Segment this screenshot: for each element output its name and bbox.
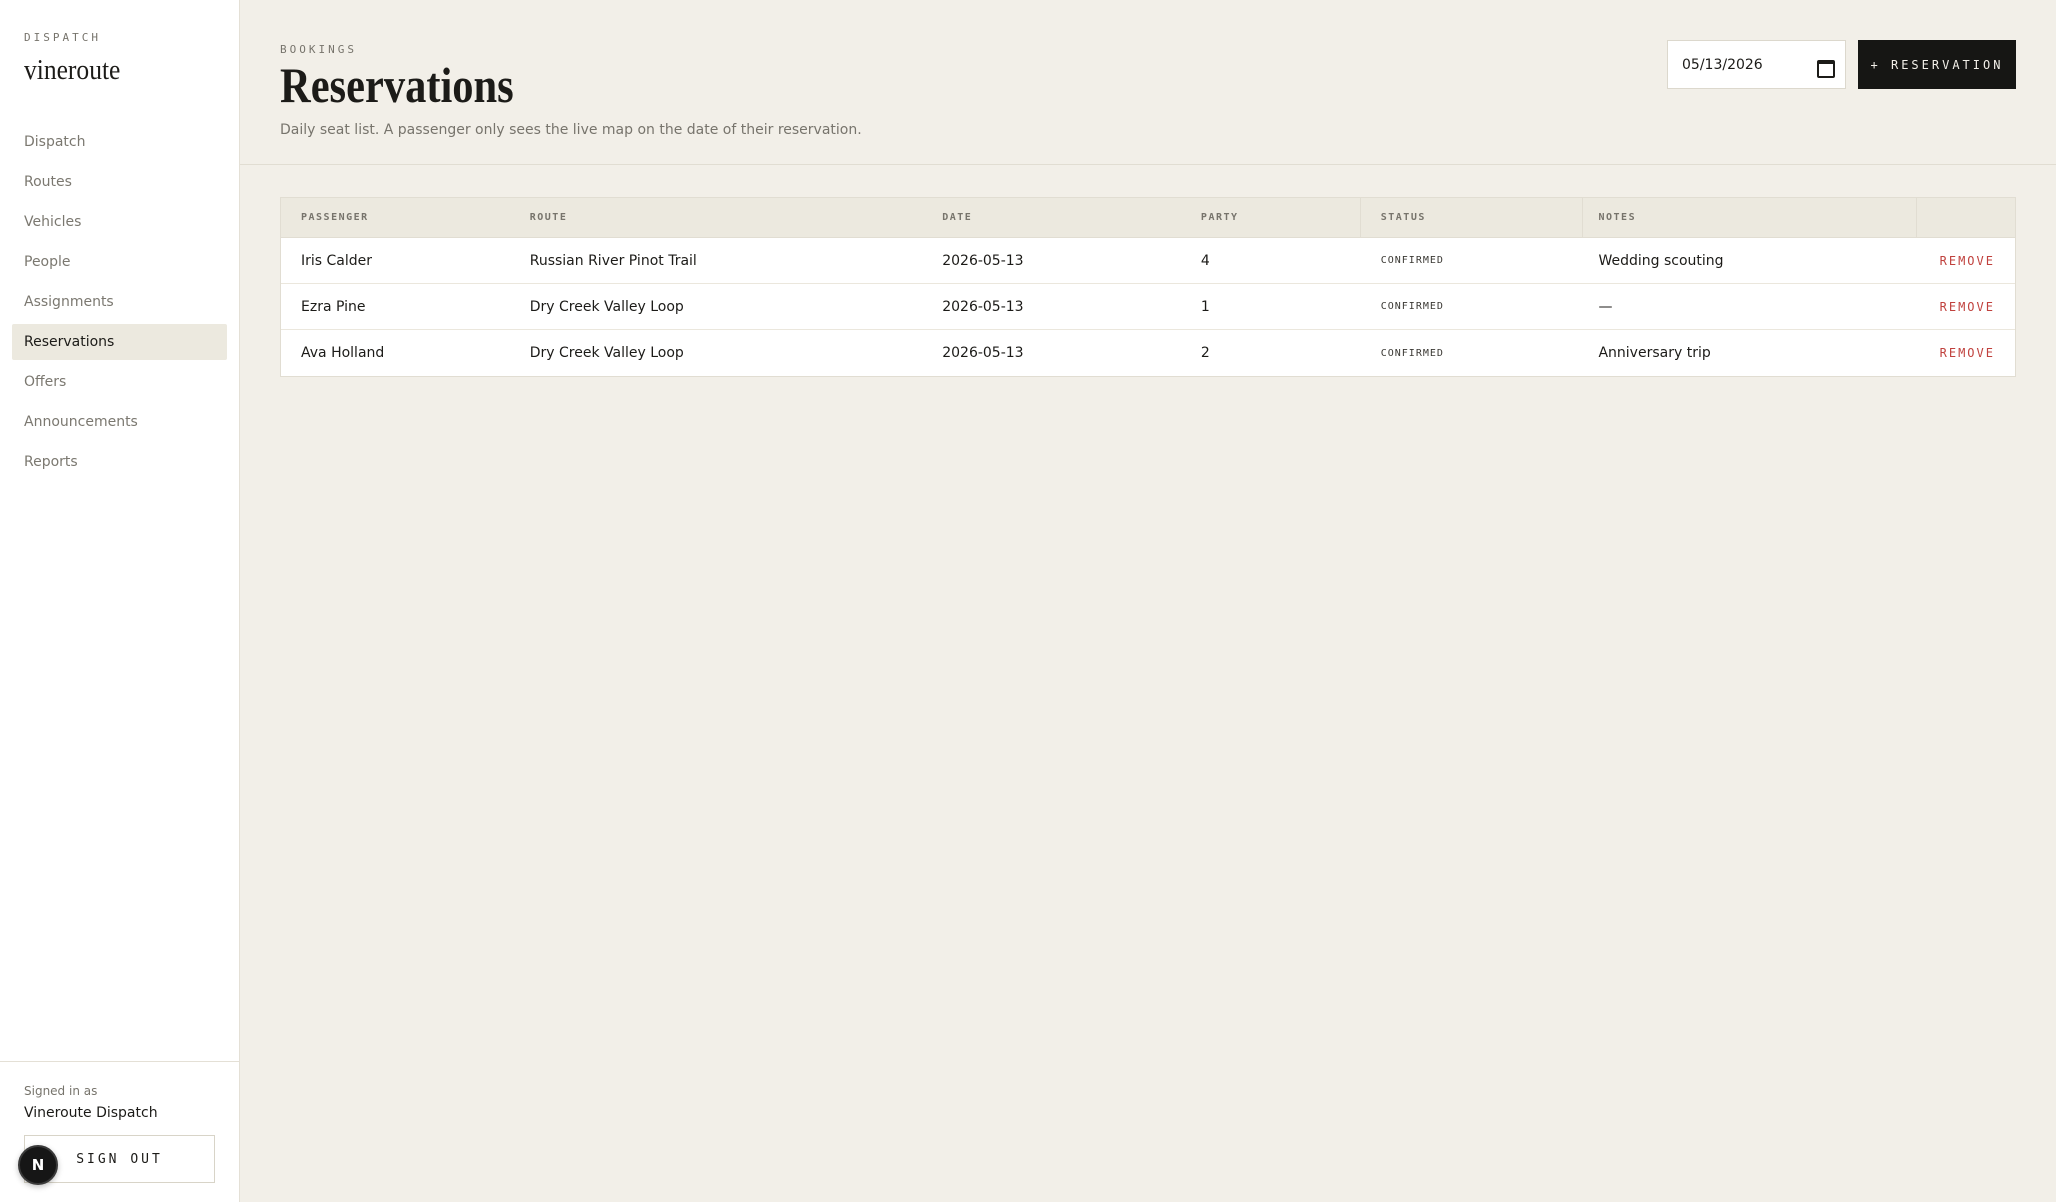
cell-party: 4 (1200, 252, 1210, 269)
table-row: Ava Holland Dry Creek Valley Loop 2026-0… (281, 330, 2015, 376)
sidebar-item-label: Reports (24, 454, 78, 470)
sidebar-item-dispatch[interactable]: Dispatch (12, 124, 227, 160)
remove-button[interactable]: REMOVE (1940, 254, 1995, 268)
sidebar-item-people[interactable]: People (12, 244, 227, 280)
page-eyebrow: BOOKINGS (280, 43, 357, 56)
brand-logo[interactable]: vineroute (24, 54, 120, 87)
cell-passenger: Ezra Pine (301, 298, 366, 315)
sidebar-item-offers[interactable]: Offers (12, 364, 227, 400)
column-header-date: DATE (942, 212, 973, 223)
sidebar-item-label: Dispatch (24, 134, 86, 150)
column-header-route: ROUTE (529, 212, 568, 223)
page-header: BOOKINGS Reservations Daily seat list. A… (240, 0, 2056, 165)
add-reservation-button[interactable]: + RESERVATION (1858, 40, 2016, 89)
column-header-passenger: PASSENGER (301, 212, 369, 223)
dev-tools-badge-icon[interactable]: N (18, 1145, 58, 1185)
cell-notes: — (1598, 298, 1613, 315)
cell-actions: REMOVE (1916, 330, 2015, 376)
date-picker-input[interactable]: 05/13/2026 (1667, 40, 1846, 89)
signed-in-label: Signed in as (24, 1084, 98, 1098)
sidebar-item-reports[interactable]: Reports (12, 444, 227, 480)
cell-passenger: Iris Calder (301, 252, 373, 269)
status-badge: CONFIRMED (1380, 301, 1444, 312)
column-header-actions (1916, 198, 2015, 237)
table-row: Iris Calder Russian River Pinot Trail 20… (281, 238, 2015, 284)
cell-passenger: Ava Holland (301, 345, 385, 361)
status-badge: CONFIRMED (1380, 347, 1444, 359)
remove-button[interactable]: REMOVE (1940, 346, 1995, 360)
page-title: Reservations (280, 57, 514, 113)
brand-eyebrow: DISPATCH (24, 31, 101, 44)
calendar-icon[interactable] (1817, 58, 1835, 78)
cell-actions: REMOVE (1916, 238, 2015, 283)
sidebar: DISPATCH vineroute Dispatch Routes Vehic… (0, 0, 240, 1202)
signed-in-user: Vineroute Dispatch (24, 1105, 158, 1121)
sidebar-item-label: Assignments (24, 294, 114, 310)
page-subtitle: Daily seat list. A passenger only sees t… (280, 122, 862, 138)
sidebar-item-label: Announcements (24, 414, 138, 430)
cell-actions: REMOVE (1916, 284, 2015, 329)
column-header-party: PARTY (1200, 212, 1239, 223)
cell-route: Dry Creek Valley Loop (529, 298, 684, 315)
sidebar-item-label: Routes (24, 174, 72, 190)
column-header-status: STATUS (1359, 198, 1582, 237)
cell-party: 2 (1200, 345, 1210, 361)
sidebar-item-routes[interactable]: Routes (12, 164, 227, 200)
cell-date: 2026-05-13 (942, 252, 1024, 269)
sidebar-item-label: Offers (24, 374, 67, 390)
column-header-notes: NOTES (1581, 198, 1917, 237)
table-header: PASSENGER ROUTE DATE PARTY STATUS NOTES (281, 198, 2015, 238)
main-content: BOOKINGS Reservations Daily seat list. A… (240, 0, 2056, 1202)
cell-notes: Anniversary trip (1598, 345, 1711, 361)
sidebar-item-reservations[interactable]: Reservations (12, 324, 227, 360)
reservations-table: PASSENGER ROUTE DATE PARTY STATUS NOTES … (280, 197, 2016, 377)
sidebar-item-label: People (24, 254, 71, 270)
sidebar-item-announcements[interactable]: Announcements (12, 404, 227, 440)
sidebar-item-assignments[interactable]: Assignments (12, 284, 227, 320)
sidebar-item-vehicles[interactable]: Vehicles (12, 204, 227, 240)
sidebar-item-label: Reservations (24, 334, 115, 350)
date-value: 05/13/2026 (1682, 56, 1763, 73)
table-row: Ezra Pine Dry Creek Valley Loop 2026-05-… (281, 284, 2015, 330)
sidebar-nav: Dispatch Routes Vehicles People Assignme… (12, 124, 227, 484)
cell-party: 1 (1200, 298, 1210, 315)
status-badge: CONFIRMED (1380, 255, 1444, 266)
cell-date: 2026-05-13 (942, 345, 1024, 361)
cell-route: Russian River Pinot Trail (529, 252, 697, 269)
cell-route: Dry Creek Valley Loop (529, 345, 684, 361)
cell-notes: Wedding scouting (1598, 252, 1724, 269)
cell-date: 2026-05-13 (942, 298, 1024, 315)
remove-button[interactable]: REMOVE (1940, 300, 1995, 314)
sidebar-item-label: Vehicles (24, 214, 82, 230)
